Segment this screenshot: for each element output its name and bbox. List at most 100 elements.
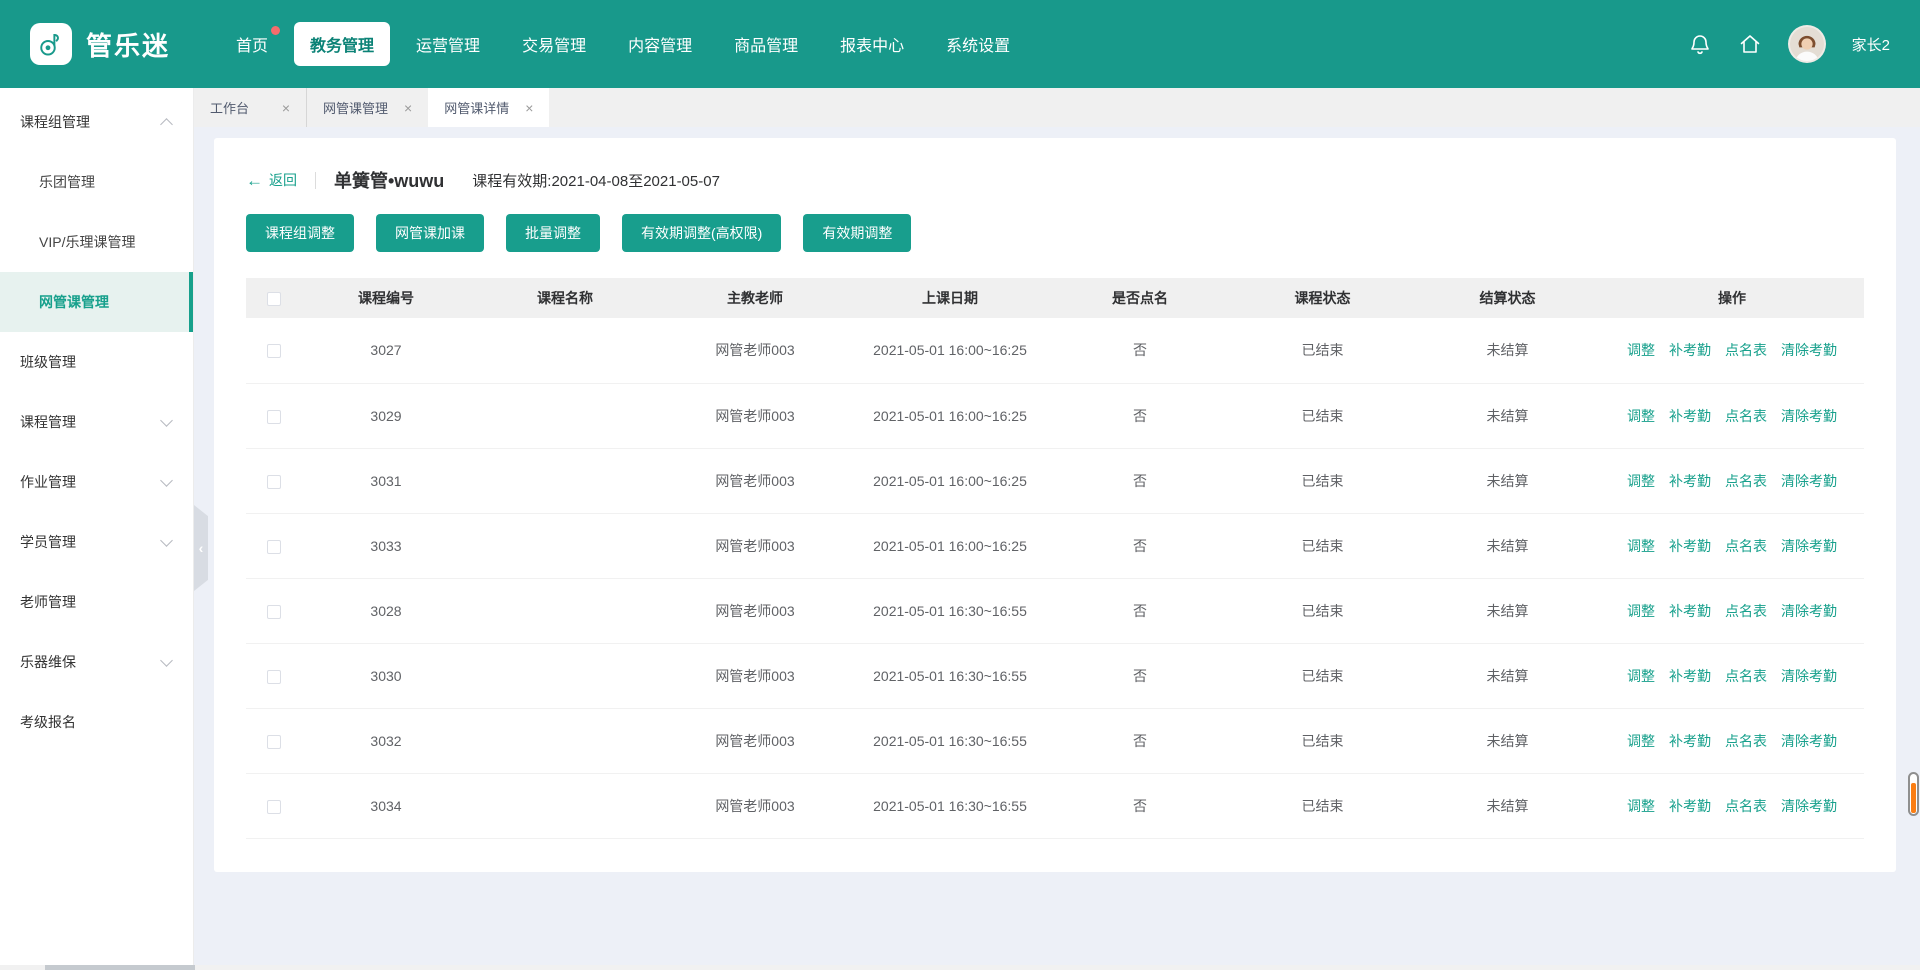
avatar[interactable] — [1788, 25, 1826, 63]
sidebar-item[interactable]: 老师管理 — [0, 572, 193, 632]
tab[interactable]: 网管课管理× — [306, 88, 428, 127]
toolbar-button[interactable]: 网管课加课 — [376, 214, 484, 252]
bell-icon[interactable] — [1688, 32, 1712, 56]
action-link[interactable]: 补考勤 — [1669, 798, 1711, 814]
action-link[interactable]: 调整 — [1627, 603, 1655, 619]
action-link[interactable]: 点名表 — [1725, 603, 1767, 619]
row-checkbox[interactable] — [267, 475, 281, 489]
action-link[interactable]: 补考勤 — [1669, 408, 1711, 424]
brand-logo[interactable]: 管乐迷 — [30, 23, 170, 65]
nav-item[interactable]: 内容管理 — [612, 22, 708, 66]
row-checkbox[interactable] — [267, 410, 281, 424]
action-link[interactable]: 点名表 — [1725, 668, 1767, 684]
cell-teacher: 网管老师003 — [660, 513, 850, 578]
tab-label: 网管课详情 — [444, 98, 509, 117]
course-validity: 课程有效期:2021-04-08至2021-05-07 — [472, 170, 720, 191]
notification-dot-icon — [271, 26, 280, 35]
action-link[interactable]: 补考勤 — [1669, 733, 1711, 749]
action-link[interactable]: 清除考勤 — [1781, 733, 1837, 749]
select-all-checkbox[interactable] — [267, 292, 281, 306]
table-body: 3027网管老师0032021-05-01 16:00~16:25否已结束未结算… — [246, 318, 1864, 838]
row-checkbox[interactable] — [267, 605, 281, 619]
table-row: 3033网管老师0032021-05-01 16:00~16:25否已结束未结算… — [246, 513, 1864, 578]
sidebar-item[interactable]: 网管课管理 — [0, 272, 193, 332]
row-checkbox[interactable] — [267, 670, 281, 684]
toolbar-button[interactable]: 有效期调整 — [803, 214, 911, 252]
nav-item[interactable]: 系统设置 — [930, 22, 1026, 66]
sidebar-item[interactable]: 乐团管理 — [0, 152, 193, 212]
sidebar-item-label: 学员管理 — [20, 532, 76, 552]
action-link[interactable]: 清除考勤 — [1781, 342, 1837, 358]
cell-date: 2021-05-01 16:30~16:55 — [850, 643, 1050, 708]
action-link[interactable]: 调整 — [1627, 538, 1655, 554]
action-link[interactable]: 调整 — [1627, 733, 1655, 749]
action-link[interactable]: 清除考勤 — [1781, 473, 1837, 489]
action-link[interactable]: 调整 — [1627, 668, 1655, 684]
sidebar-item[interactable]: 学员管理 — [0, 512, 193, 572]
action-link[interactable]: 补考勤 — [1669, 668, 1711, 684]
action-link[interactable]: 清除考勤 — [1781, 408, 1837, 424]
sidebar-item[interactable]: 考级报名 — [0, 692, 193, 752]
horizontal-scrollbar-thumb[interactable] — [45, 965, 195, 970]
action-link[interactable]: 点名表 — [1725, 538, 1767, 554]
action-link[interactable]: 清除考勤 — [1781, 538, 1837, 554]
action-link[interactable]: 清除考勤 — [1781, 603, 1837, 619]
toolbar-button[interactable]: 批量调整 — [506, 214, 600, 252]
nav-item[interactable]: 商品管理 — [718, 22, 814, 66]
tab-label: 工作台 — [210, 98, 249, 117]
vertical-scrollbar-thumb[interactable] — [1908, 772, 1919, 816]
close-icon[interactable]: × — [404, 101, 412, 115]
nav-item[interactable]: 运营管理 — [400, 22, 496, 66]
row-checkbox[interactable] — [267, 344, 281, 358]
action-link[interactable]: 点名表 — [1725, 733, 1767, 749]
detail-header: ← 返回 单簧管•wuwu 课程有效期:2021-04-08至2021-05-0… — [246, 162, 1864, 198]
action-link[interactable]: 补考勤 — [1669, 538, 1711, 554]
action-link[interactable]: 清除考勤 — [1781, 668, 1837, 684]
action-link[interactable]: 点名表 — [1725, 473, 1767, 489]
nav-item[interactable]: 教务管理 — [294, 22, 390, 66]
cell-teacher: 网管老师003 — [660, 578, 850, 643]
tab[interactable]: 网管课详情 × — [428, 88, 549, 127]
action-link[interactable]: 点名表 — [1725, 408, 1767, 424]
action-link[interactable]: 点名表 — [1725, 342, 1767, 358]
nav-item[interactable]: 首页 — [220, 22, 284, 66]
sidebar-item[interactable]: 课程组管理 — [0, 92, 193, 152]
action-link[interactable]: 点名表 — [1725, 798, 1767, 814]
action-link[interactable]: 调整 — [1627, 798, 1655, 814]
cell-actions: 调整补考勤点名表清除考勤 — [1600, 708, 1864, 773]
sidebar-item[interactable]: 作业管理 — [0, 452, 193, 512]
sidebar-item[interactable]: VIP/乐理课管理 — [0, 212, 193, 272]
column-header: 上课日期 — [850, 278, 1050, 318]
sidebar: 课程组管理乐团管理VIP/乐理课管理网管课管理班级管理课程管理作业管理学员管理老… — [0, 88, 194, 970]
nav-item[interactable]: 报表中心 — [824, 22, 920, 66]
row-checkbox[interactable] — [267, 540, 281, 554]
sidebar-item[interactable]: 课程管理 — [0, 392, 193, 452]
toolbar-button[interactable]: 有效期调整(高权限) — [622, 214, 781, 252]
back-button[interactable]: ← 返回 — [246, 170, 297, 190]
cell-checkbox — [246, 318, 302, 383]
close-icon[interactable]: × — [282, 101, 290, 115]
nav-item[interactable]: 交易管理 — [506, 22, 602, 66]
action-link[interactable]: 调整 — [1627, 342, 1655, 358]
toolbar-button[interactable]: 课程组调整 — [246, 214, 354, 252]
tab[interactable]: 工作台 × — [194, 88, 306, 127]
action-link[interactable]: 补考勤 — [1669, 603, 1711, 619]
sidebar-item[interactable]: 班级管理 — [0, 332, 193, 392]
home-icon[interactable] — [1738, 32, 1762, 56]
close-icon[interactable]: × — [525, 101, 533, 115]
cell-settle-status: 未结算 — [1415, 318, 1600, 383]
action-link[interactable]: 补考勤 — [1669, 473, 1711, 489]
action-link[interactable]: 补考勤 — [1669, 342, 1711, 358]
user-name[interactable]: 家长2 — [1852, 34, 1890, 55]
action-link[interactable]: 调整 — [1627, 408, 1655, 424]
row-checkbox[interactable] — [267, 800, 281, 814]
row-checkbox[interactable] — [267, 735, 281, 749]
sidebar-item[interactable]: 乐器维保 — [0, 632, 193, 692]
sidebar-collapse-handle[interactable]: ‹ — [194, 505, 208, 591]
action-link[interactable]: 调整 — [1627, 473, 1655, 489]
page-title: 单簧管•wuwu — [334, 167, 444, 193]
action-link[interactable]: 清除考勤 — [1781, 798, 1837, 814]
cell-course-name — [470, 578, 660, 643]
sidebar-item-label: 老师管理 — [20, 592, 76, 612]
horizontal-scrollbar[interactable] — [0, 965, 1920, 970]
